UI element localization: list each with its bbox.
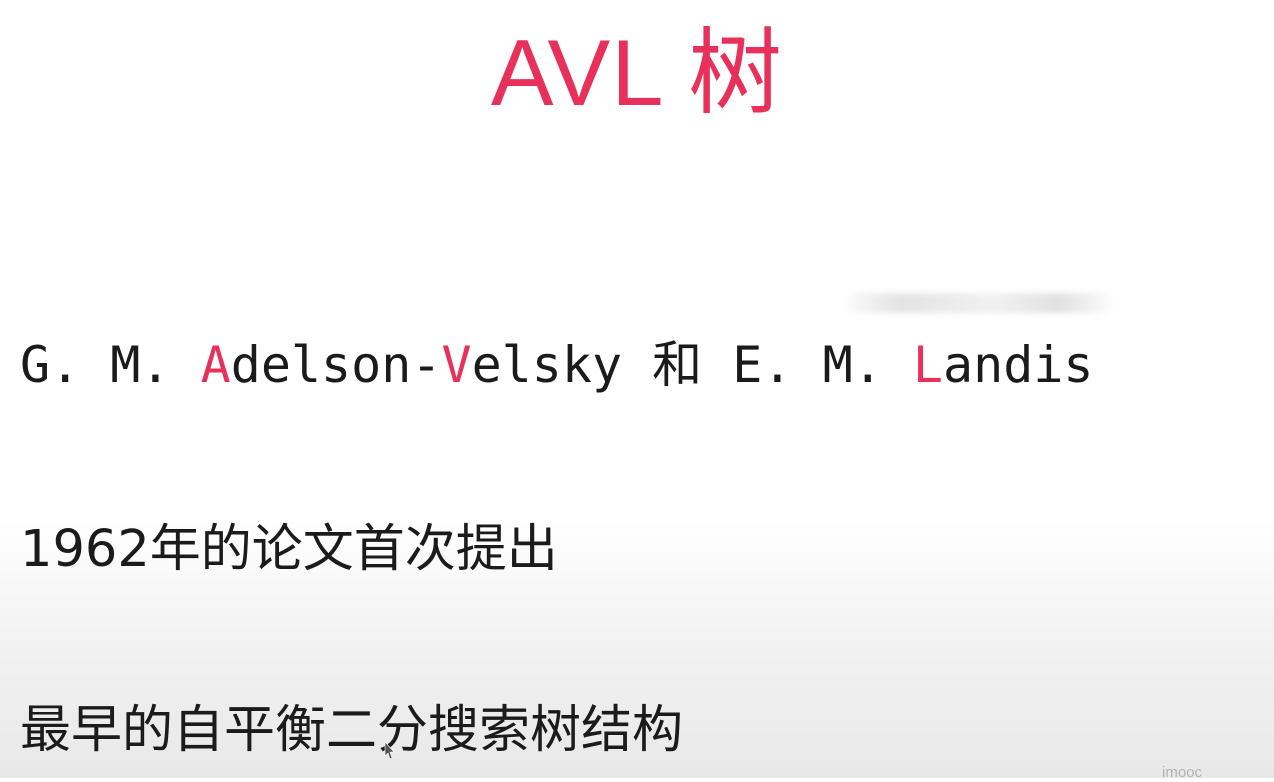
paper-year-line: 1962年的论文首次提出	[20, 520, 558, 579]
authors-text-part: elsky 和 E. M.	[471, 336, 913, 394]
highlight-letter-v: V	[441, 336, 472, 394]
highlight-letter-l: L	[912, 336, 944, 394]
slide-title: AVL 树	[490, 20, 784, 125]
blurred-overlay	[848, 293, 1112, 313]
highlight-letter-a: A	[200, 336, 231, 394]
slide: AVL 树 G. M. Adelson-Velsky 和 E. M. Landi…	[0, 0, 1274, 781]
authors-text-part: G. M.	[20, 336, 201, 394]
description-line: 最早的自平衡二分搜索树结构	[20, 701, 684, 760]
mouse-cursor-icon	[384, 741, 394, 760]
authors-text-part: andis	[943, 336, 1094, 394]
watermark: imooc	[1162, 764, 1203, 781]
authors-text-part: delson-	[230, 336, 442, 394]
authors-line: G. M. Adelson-Velsky 和 E. M. Landis	[20, 332, 1094, 398]
